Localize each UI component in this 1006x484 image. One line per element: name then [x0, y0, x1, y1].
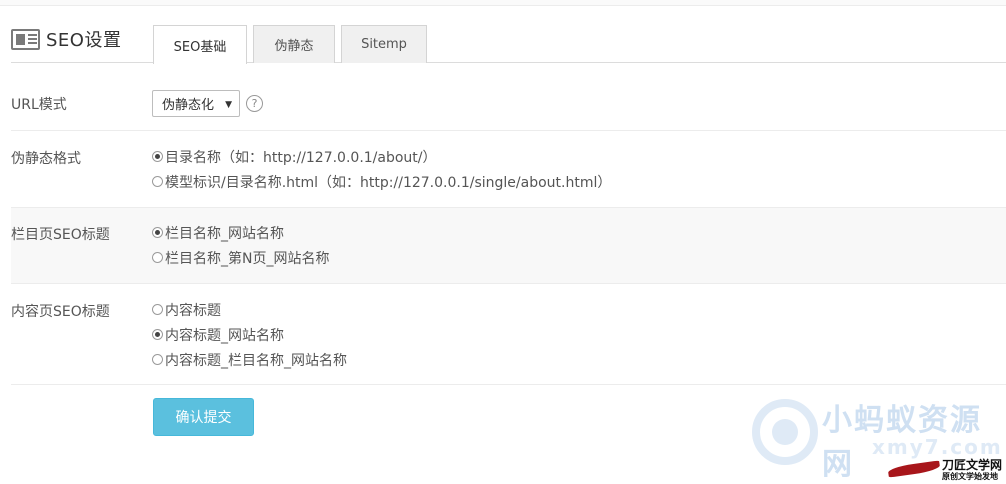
tab-bar: SEO基础 伪静态 Sitemp — [153, 25, 433, 64]
radio-button[interactable] — [152, 176, 163, 187]
option-label: 内容标题_网站名称 — [165, 327, 284, 344]
watermark-brand-slogan: 原创文学始发地 — [942, 472, 998, 481]
content-seo-title-row: 内容页SEO标题 内容标题 内容标题_网站名称 内容标题_栏目名称_网站名称 — [11, 284, 1006, 385]
option-label: 内容标题 — [165, 302, 221, 319]
radio-button[interactable] — [152, 354, 163, 365]
option-label: 栏目名称_网站名称 — [165, 225, 284, 242]
page-title: SEO设置 — [46, 30, 122, 51]
tab-sitemap[interactable]: Sitemp — [341, 25, 427, 63]
static-format-row: 伪静态格式 目录名称（如：http://127.0.0.1/about/） 模型… — [11, 131, 1006, 208]
column-seo-title-options: 栏目名称_网站名称 栏目名称_第N页_网站名称 — [152, 220, 329, 270]
content-title-option-3[interactable]: 内容标题_栏目名称_网站名称 — [152, 347, 347, 372]
option-label: 内容标题_栏目名称_网站名称 — [165, 352, 347, 369]
option-label: 模型标识/目录名称.html（如：http://127.0.0.1/single… — [165, 174, 612, 191]
news-icon — [11, 28, 40, 50]
tab-seo-basic[interactable]: SEO基础 — [153, 25, 247, 64]
url-mode-row: URL模式 伪静态化 ▼ ? — [11, 79, 1006, 131]
watermark-logo-icon — [752, 399, 818, 465]
tab-pseudo-static[interactable]: 伪静态 — [253, 25, 335, 63]
radio-button[interactable] — [152, 329, 163, 340]
question-circle-icon[interactable]: ? — [246, 95, 263, 112]
submit-button[interactable]: 确认提交 — [153, 398, 254, 436]
option-label: 栏目名称_第N页_网站名称 — [165, 250, 330, 267]
content-seo-title-label: 内容页SEO标题 — [11, 304, 110, 320]
top-border — [0, 0, 1006, 6]
page-title-wrap: SEO设置 — [11, 26, 121, 52]
brand-watermark: 刀匠文学网 原创文学始发地 — [887, 456, 1006, 484]
radio-button[interactable] — [152, 227, 163, 238]
content-title-option-2[interactable]: 内容标题_网站名称 — [152, 322, 347, 347]
content-title-option-1[interactable]: 内容标题 — [152, 297, 347, 322]
static-format-option-model-html[interactable]: 模型标识/目录名称.html（如：http://127.0.0.1/single… — [152, 169, 611, 194]
column-title-option-2[interactable]: 栏目名称_第N页_网站名称 — [152, 245, 329, 270]
radio-button[interactable] — [152, 304, 163, 315]
radio-button[interactable] — [152, 151, 163, 162]
static-format-option-directory[interactable]: 目录名称（如：http://127.0.0.1/about/） — [152, 144, 611, 169]
url-mode-select[interactable]: 伪静态化 ▼ — [152, 90, 240, 117]
static-format-label: 伪静态格式 — [11, 151, 81, 167]
option-label: 目录名称（如：http://127.0.0.1/about/） — [165, 149, 437, 166]
url-mode-selected-value: 伪静态化 — [162, 98, 215, 113]
brush-stroke-icon — [887, 460, 941, 478]
column-title-option-1[interactable]: 栏目名称_网站名称 — [152, 220, 329, 245]
column-seo-title-label: 栏目页SEO标题 — [11, 227, 110, 243]
radio-button[interactable] — [152, 252, 163, 263]
url-mode-label: URL模式 — [11, 97, 67, 113]
static-format-options: 目录名称（如：http://127.0.0.1/about/） 模型标识/目录名… — [152, 144, 611, 194]
column-seo-title-row: 栏目页SEO标题 栏目名称_网站名称 栏目名称_第N页_网站名称 — [11, 208, 1006, 284]
page-header: SEO设置 SEO基础 伪静态 Sitemp — [11, 24, 1006, 64]
content-seo-title-options: 内容标题 内容标题_网站名称 内容标题_栏目名称_网站名称 — [152, 297, 347, 372]
dropdown-arrow-icon: ▼ — [225, 100, 232, 110]
